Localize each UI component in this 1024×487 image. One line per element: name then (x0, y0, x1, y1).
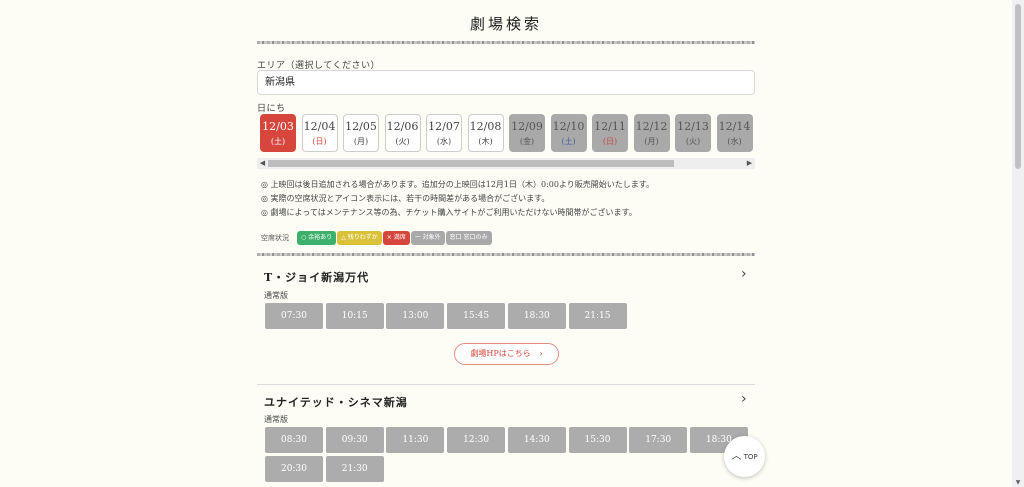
weekday-label: (金) (519, 137, 535, 146)
weekday-label: (水) (436, 137, 452, 146)
chevron-right-icon[interactable]: › (741, 391, 747, 407)
date-label: 12/05 (345, 120, 377, 133)
showtime-button[interactable]: 17:30 (629, 427, 688, 453)
theater-hp-link[interactable]: 劇場HPはこちら › (454, 343, 559, 365)
weekday-label: (木) (478, 137, 493, 146)
page-title: 劇場検索 (469, 15, 542, 33)
header-rule (257, 41, 755, 44)
date-button[interactable]: 12/10 (土) (550, 114, 587, 152)
showtime-button[interactable]: 09:30 (325, 427, 384, 453)
weekday-label: (土) (270, 137, 286, 146)
date-button[interactable]: 12/04 (日) (301, 114, 338, 152)
scroll-thumb[interactable] (268, 160, 674, 167)
page-scrollbar[interactable]: ▼ (1012, 0, 1024, 487)
showtime-button[interactable]: 07:30 (265, 303, 323, 329)
showtime-button[interactable]: 21:15 (568, 303, 627, 329)
weekday-label: (火) (685, 137, 701, 146)
date-label: 12/06 (386, 120, 419, 133)
legend-chip: × 満席 (382, 230, 410, 245)
scroll-down-arrow-icon[interactable]: ▼ (1012, 479, 1024, 487)
date-button[interactable]: 12/13 (火) (675, 114, 711, 152)
scroll-right-arrow-icon[interactable]: ▶ (744, 158, 755, 169)
format-label: 通常版 (264, 291, 288, 300)
theater-divider (257, 384, 755, 385)
weekday-label: (月) (353, 137, 369, 146)
legend-chip: 窓口 窓口のみ (445, 230, 492, 245)
date-button[interactable]: 12/06 (火) (384, 114, 421, 152)
date-label: 12/13 (677, 120, 709, 133)
theater-name[interactable]: ユナイテッド・シネマ新潟 (264, 394, 408, 410)
showtime-button[interactable]: 15:30 (568, 427, 627, 453)
showtime-button[interactable]: 14:30 (507, 427, 566, 453)
date-button[interactable]: 12/11 (日) (592, 114, 628, 152)
top-label: TOP (743, 453, 758, 461)
dates-label: 日にち (257, 104, 286, 114)
showtime-button[interactable]: 20:30 (265, 456, 323, 482)
date-label: 12/08 (469, 120, 502, 133)
date-scrollbar[interactable]: ◀ ▶ (257, 158, 755, 169)
date-label: 12/10 (552, 120, 585, 133)
scroll-left-arrow-icon[interactable]: ◀ (257, 158, 268, 169)
weekday-label: (水) (727, 137, 742, 146)
showtime-button[interactable]: 12:30 (447, 427, 506, 453)
date-label: 12/12 (635, 120, 668, 133)
theater-name[interactable]: T・ジョイ新潟万代 (264, 269, 369, 285)
legend-label: 空席状況 (261, 233, 289, 242)
weekday-label: (月) (644, 137, 659, 146)
chevron-up-icon: ︿ (731, 451, 742, 462)
legend-chip: ー 対象外 (410, 230, 445, 245)
showtime-button[interactable]: 15:45 (447, 303, 506, 329)
page-scroll-thumb[interactable] (1015, 4, 1021, 169)
date-button[interactable]: 12/03 (土) (260, 114, 296, 152)
legend-chip: ○ 余裕あり (297, 230, 337, 245)
showtime-button[interactable]: 11:30 (386, 427, 445, 453)
chevron-right-icon[interactable]: › (741, 266, 747, 282)
legend-rule (257, 253, 755, 256)
date-button[interactable]: 12/05 (月) (343, 114, 379, 152)
back-to-top-button[interactable]: ︿ TOP (724, 436, 765, 477)
note-line: ◎ 劇場によってはメンテナンス等の為、チケット購入サイトがご利用いただけない時間… (261, 208, 637, 217)
weekday-label: (土) (561, 137, 576, 146)
legend-chip: △ 残りわずか (337, 230, 382, 245)
date-label: 12/11 (594, 120, 626, 133)
notes: ◎ 上映回は後日追加される場合があります。追加分の上映回は12月1日（木）0:0… (261, 178, 654, 220)
showtime-button[interactable]: 10:15 (325, 303, 384, 329)
date-label: 12/03 (262, 120, 294, 133)
date-button[interactable]: 12/08 (木) (467, 114, 504, 152)
showtime-button[interactable]: 08:30 (265, 427, 323, 453)
seat-legend: 空席状況 ○ 余裕あり △ 残りわずか × 満席ー 対象外 窓口 窓口のみ (261, 227, 493, 245)
date-button[interactable]: 12/07 (水) (426, 114, 462, 152)
date-label: 12/14 (718, 120, 751, 133)
weekday-label: (日) (312, 137, 327, 146)
area-select[interactable]: 新潟県 (257, 70, 755, 95)
chevron-right-icon: › (539, 349, 543, 358)
date-button[interactable]: 12/14 (水) (716, 114, 753, 152)
showtime-button[interactable]: 18:30 (507, 303, 566, 329)
showtime-button[interactable]: 13:00 (386, 303, 445, 329)
weekday-label: (火) (395, 137, 410, 146)
note-line: ◎ 実際の空席状況とアイコン表示には、若干の時間差がある場合がございます。 (261, 194, 550, 203)
showtime-button[interactable]: 21:30 (325, 456, 384, 482)
hp-link-label: 劇場HPはこちら (470, 349, 531, 358)
date-label: 12/07 (428, 120, 460, 133)
weekday-label: (日) (602, 137, 618, 146)
date-label: 12/09 (511, 120, 543, 133)
note-line: ◎ 上映回は後日追加される場合があります。追加分の上映回は12月1日（木）0:0… (261, 180, 654, 189)
format-label: 通常版 (264, 415, 288, 424)
date-selector: 12/03 (土) 12/04 (日) 12/05 (月) 12/06 (火) 12/07 (水)… (260, 114, 753, 153)
date-label: 12/04 (303, 120, 336, 133)
date-button[interactable]: 12/09 (金) (509, 114, 545, 152)
date-button[interactable]: 12/12 (月) (633, 114, 670, 152)
